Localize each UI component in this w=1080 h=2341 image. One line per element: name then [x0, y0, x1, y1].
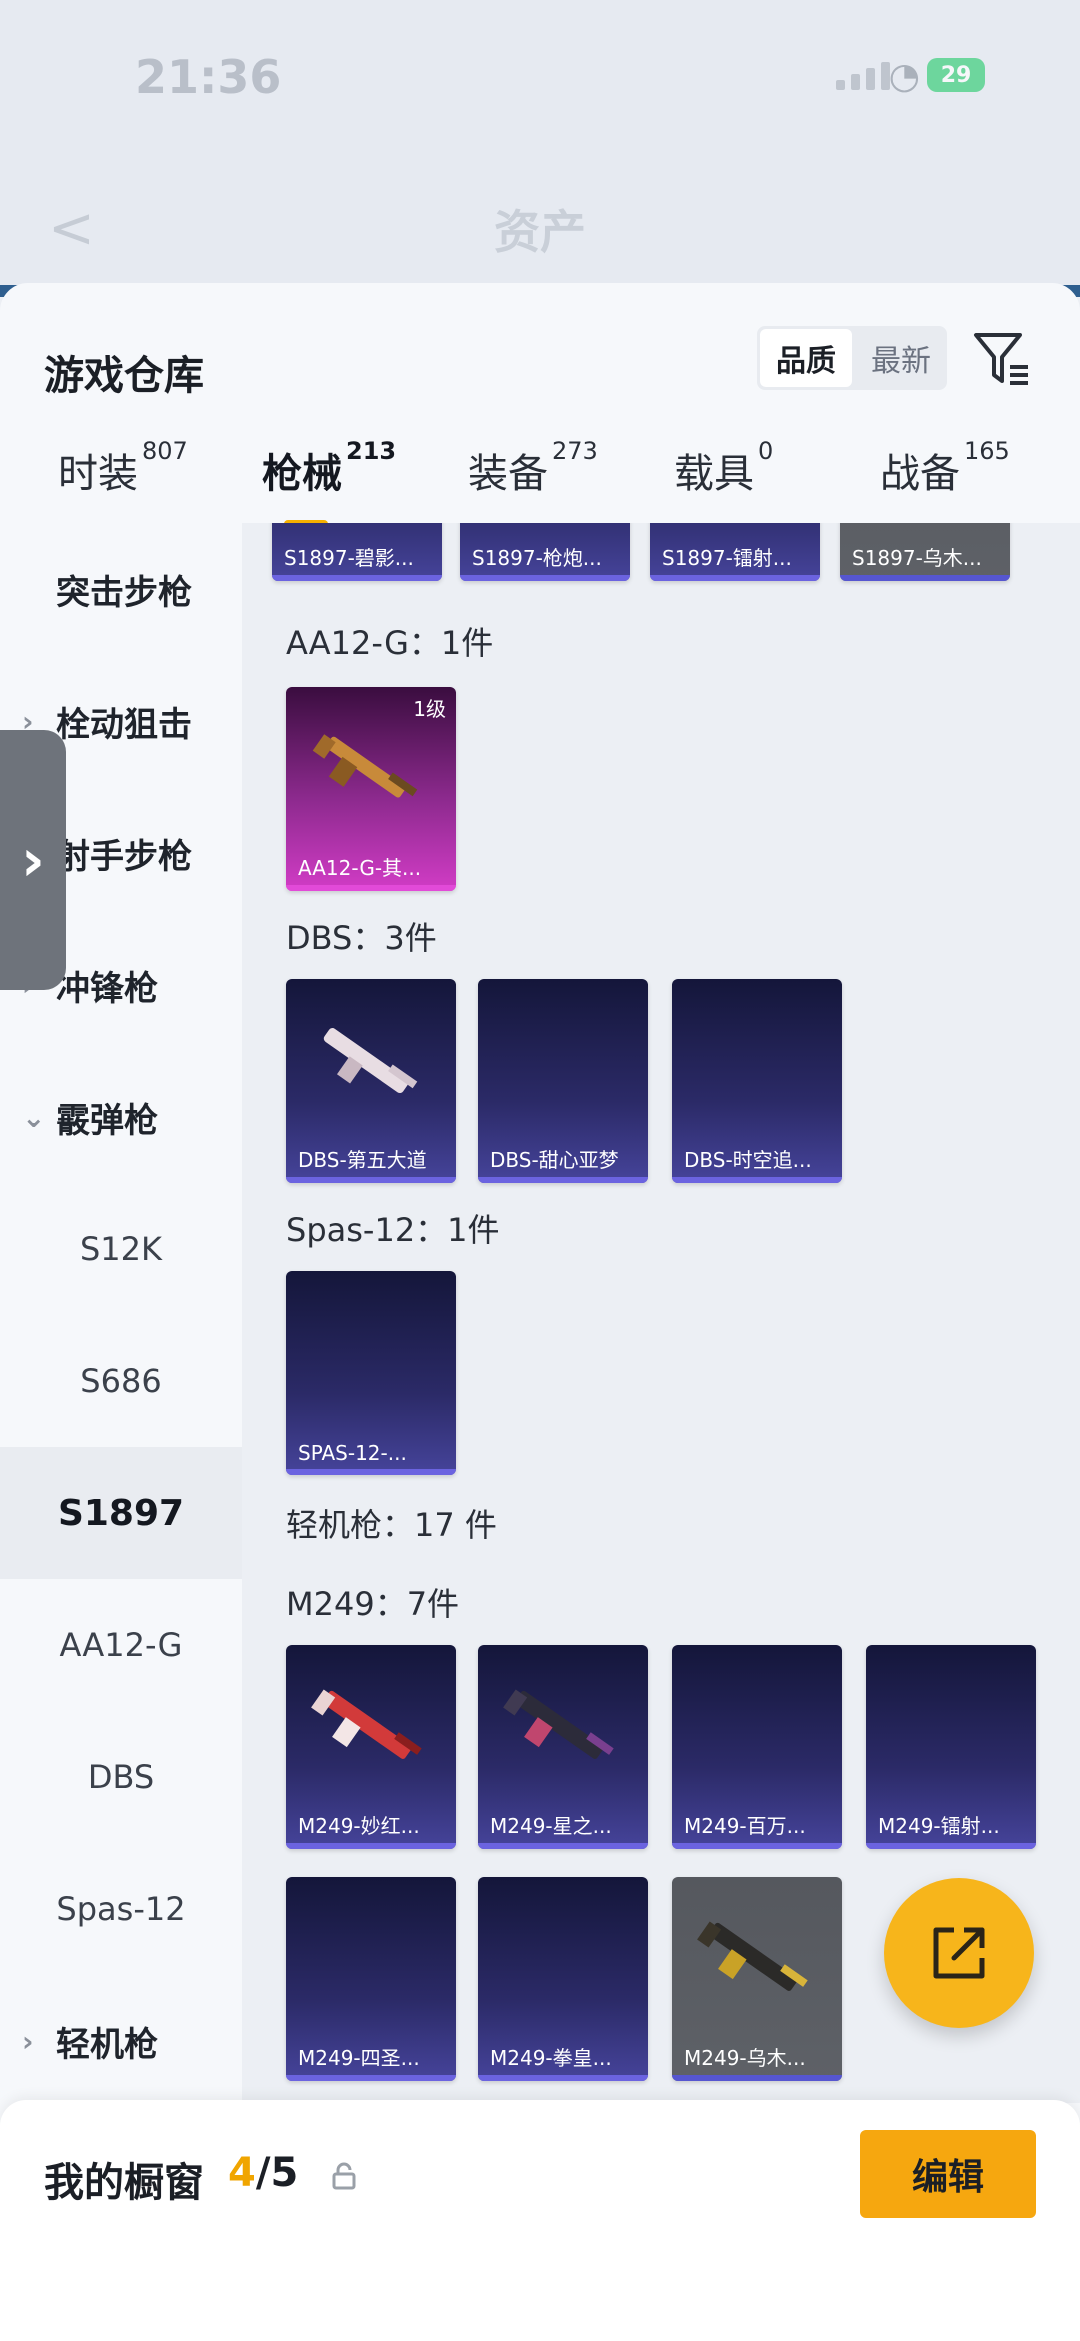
header-background: 21:36 ◔ 29 < 资产 — [0, 0, 1080, 297]
shotgun-icon — [323, 1028, 418, 1094]
item-card[interactable]: M249-星之... — [478, 1645, 648, 1849]
item-name: S1897-枪炮... — [472, 546, 602, 570]
showcase-label: 我的橱窗 — [44, 2160, 204, 2206]
machine-gun-icon — [697, 1921, 808, 1991]
item-card[interactable]: M249-镭射... — [866, 1645, 1036, 1849]
category-tabs: 时装 807 枪械 213 装备 273 载具 0 战备 165 — [0, 423, 1080, 528]
card-foot — [286, 1177, 456, 1183]
item-card[interactable]: SPAS-12-... — [286, 1271, 456, 1475]
sheet-title: 游戏仓库 — [44, 353, 204, 399]
item-card[interactable]: S1897-碧影... — [272, 523, 442, 581]
item-card[interactable]: DBS-时空追... — [672, 979, 842, 1183]
sidebar-item-s12k[interactable]: S12K — [0, 1183, 242, 1315]
item-name: M249-星之... — [490, 1814, 612, 1838]
external-link-icon — [933, 1927, 985, 1979]
item-name: AA12-G-其... — [298, 856, 422, 880]
sidebar-item-s686[interactable]: S686 — [0, 1315, 242, 1447]
showcase-count: 4/5 — [228, 2150, 298, 2196]
chevron-right-icon: › — [22, 2024, 34, 2058]
warehouse-sheet: 游戏仓库 品质 最新 时装 807 枪械 213 装备 273 载具 0 战备 165 突… — [0, 283, 1080, 2341]
item-card[interactable]: M249-百万... — [672, 1645, 842, 1849]
card-foot — [650, 575, 820, 581]
showcase-count-total: /5 — [255, 2150, 299, 2196]
sidebar-item-shotgun[interactable]: ⌄ 霰弹枪 — [0, 1051, 242, 1183]
item-card[interactable]: S1897-镭射... — [650, 523, 820, 581]
card-foot — [840, 575, 1010, 581]
tab-fashion[interactable]: 时装 807 — [58, 437, 188, 499]
section-label-lmg: 轻机枪：17 件 — [286, 1506, 497, 1544]
sort-latest[interactable]: 最新 — [855, 326, 947, 390]
item-name: DBS-甜心亚梦 — [490, 1148, 619, 1172]
item-card[interactable]: DBS-第五大道 — [286, 979, 456, 1183]
item-card[interactable]: DBS-甜心亚梦 — [478, 979, 648, 1183]
item-name: M249-镭射... — [878, 1814, 1000, 1838]
card-foot — [460, 575, 630, 581]
item-name: S1897-碧影... — [284, 546, 414, 570]
item-card[interactable]: M249-四圣... — [286, 1877, 456, 2081]
item-card[interactable]: M249-乌木... — [672, 1877, 842, 2081]
chevron-down-icon: ⌄ — [22, 1100, 46, 1134]
item-card[interactable]: M249-拳皇... — [478, 1877, 648, 2081]
sidebar-item-s1897[interactable]: S1897 — [0, 1447, 242, 1579]
card-foot — [286, 1843, 456, 1849]
sort-quality[interactable]: 品质 — [760, 329, 852, 387]
item-card[interactable]: 1级 AA12-G-其... — [286, 687, 456, 891]
sidebar-item-dbs[interactable]: DBS — [0, 1711, 242, 1843]
sidebar-item-assault-rifle[interactable]: 突击步枪 — [0, 523, 242, 655]
card-foot — [672, 1177, 842, 1183]
card-foot — [866, 1843, 1036, 1849]
wifi-icon: ◔ — [888, 56, 920, 97]
section-label-spas12: Spas-12：1件 — [286, 1211, 500, 1249]
card-foot — [272, 575, 442, 581]
sidebar-item-lmg[interactable]: › 轻机枪 — [0, 1975, 242, 2107]
item-name: M249-妙红... — [298, 1814, 420, 1838]
item-name: S1897-乌木... — [852, 546, 982, 570]
item-name: M249-乌木... — [684, 2046, 806, 2070]
signal-icon — [836, 62, 890, 90]
battery-icon: 29 — [927, 58, 985, 92]
section-label-m249: M249：7件 — [286, 1585, 460, 1623]
item-name: M249-四圣... — [298, 2046, 420, 2070]
card-foot — [286, 885, 456, 891]
item-card[interactable]: M249-妙红... — [286, 1645, 456, 1849]
item-name: M249-百万... — [684, 1814, 806, 1838]
item-name: SPAS-12-... — [298, 1441, 407, 1465]
tab-vehicles[interactable]: 载具 0 — [674, 437, 773, 499]
showcase-bar: 我的橱窗 4/5 编辑 — [0, 2100, 1080, 2341]
tab-guns[interactable]: 枪械 213 — [262, 437, 396, 499]
item-card[interactable]: S1897-乌木... — [840, 523, 1010, 581]
machine-gun-icon — [311, 1689, 422, 1759]
lock-icon — [332, 2162, 356, 2190]
card-foot — [286, 2075, 456, 2081]
card-foot — [286, 1469, 456, 1475]
filter-icon[interactable] — [972, 329, 1032, 389]
item-name: DBS-时空追... — [684, 1148, 812, 1172]
tab-equipment[interactable]: 装备 273 — [468, 437, 598, 499]
collapse-panel-handle[interactable]: › — [0, 730, 66, 990]
section-label-dbs: DBS：3件 — [286, 919, 437, 957]
item-name: M249-拳皇... — [490, 2046, 612, 2070]
sidebar-item-aa12g[interactable]: AA12-G — [0, 1579, 242, 1711]
item-grid: S1897-碧影... S1897-枪炮... S1897-镭射... S189… — [242, 523, 1080, 2103]
item-name: S1897-镭射... — [662, 546, 792, 570]
sort-toggle: 品质 最新 — [757, 326, 947, 390]
sidebar-item-spas12[interactable]: Spas-12 — [0, 1843, 242, 1975]
machine-gun-icon — [503, 1689, 614, 1759]
section-label-aa12g: AA12-G：1件 — [286, 624, 494, 662]
card-foot — [672, 1843, 842, 1849]
card-foot — [478, 2075, 648, 2081]
status-time: 21:36 — [135, 50, 282, 104]
tab-supplies[interactable]: 战备 165 — [880, 437, 1010, 499]
item-card[interactable]: S1897-枪炮... — [460, 523, 630, 581]
shotgun-icon — [312, 734, 418, 798]
card-foot — [478, 1177, 648, 1183]
edit-button[interactable]: 编辑 — [860, 2130, 1036, 2218]
card-foot — [478, 1843, 648, 1849]
page-title: 资产 — [494, 205, 586, 259]
showcase-count-current: 4 — [228, 2150, 256, 2196]
item-name: DBS-第五大道 — [298, 1148, 427, 1172]
share-button[interactable] — [884, 1878, 1034, 2028]
card-foot — [672, 2075, 842, 2081]
chevron-right-icon: › — [21, 826, 45, 894]
